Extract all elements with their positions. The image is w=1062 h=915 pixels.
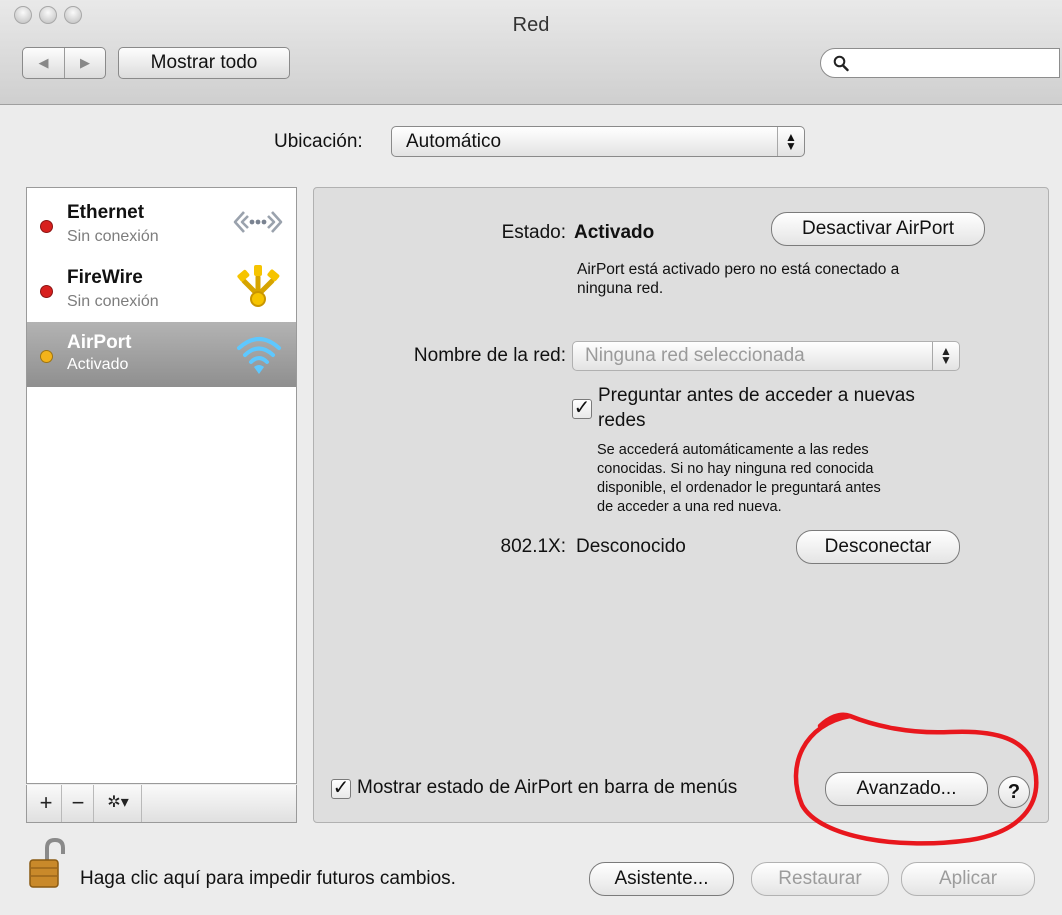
service-name: FireWire [67,267,143,288]
revert-button[interactable]: Restaurar [751,862,889,896]
remove-service-button[interactable]: − [63,785,94,822]
service-list: Ethernet Sin conexión FireWire Sin conex… [26,187,297,784]
firewire-icon [237,265,280,307]
popup-arrows-icon: ▲ ▼ [932,342,959,370]
help-line: disponible, el ordenador le preguntará a… [597,480,881,496]
lock-icon[interactable] [28,838,66,890]
location-value: Automático [406,131,502,152]
show-menu-status-label[interactable]: Mostrar estado de AirPort en barra de me… [357,777,737,799]
forward-arrow-icon: ▶ [80,55,90,70]
window-toolbar: Red ◀ ▶ Mostrar todo [0,0,1062,105]
help-line: Se accederá automáticamente a las redes [597,442,869,458]
service-list-toolbar: + − ✲▾ [26,785,297,823]
search-icon [833,55,849,72]
service-status: Activado [67,356,129,373]
gear-menu-button[interactable]: ✲▾ [95,785,142,822]
service-item-ethernet[interactable]: Ethernet Sin conexión [27,190,296,255]
dot1x-value: Desconocido [576,536,686,557]
assistant-button[interactable]: Asistente... [589,862,734,896]
ask-networks-label-line1: Preguntar antes de acceder a nuevas [598,385,915,406]
lock-message[interactable]: Haga clic aquí para impedir futuros camb… [80,868,456,890]
status-description-line1: AirPort está activado pero no está conec… [577,261,900,278]
service-status: Sin conexión [67,228,159,245]
annotation-scribble [793,712,1039,846]
apply-button[interactable]: Aplicar [901,862,1035,896]
location-popup[interactable]: Automático ▲ ▼ [391,126,805,157]
service-item-airport[interactable]: AirPort Activado [27,322,296,387]
add-service-button[interactable]: + [31,785,62,822]
status-label: Estado: [501,222,566,243]
checkmark-icon: ✓ [573,397,591,419]
show-all-button[interactable]: Mostrar todo [118,47,290,79]
ask-networks-checkbox[interactable]: ✓ [572,397,592,419]
show-menu-status-checkbox[interactable]: ✓ [331,777,351,799]
service-name: Ethernet [67,202,145,223]
status-dot [40,285,53,298]
location-label: Ubicación: [274,131,363,152]
status-dot [40,350,53,363]
ask-networks-label-line2: redes [598,410,646,431]
status-dot [40,220,53,233]
back-button[interactable]: ◀ [23,48,65,78]
wifi-icon [237,337,281,374]
network-name-label: Nombre de la red: [413,345,566,366]
help-line: conocidas. Si no hay ninguna red conocid… [597,461,874,477]
dot1x-label: 802.1X: [500,536,567,557]
service-status: Sin conexión [67,293,159,310]
gear-icon: ✲▾ [107,794,129,811]
search-input[interactable] [855,53,1049,75]
ask-networks-help: Se accederá automáticamente a las redes … [597,441,881,517]
checkmark-icon: ✓ [332,777,350,799]
network-name-value: Ninguna red seleccionada [585,345,805,366]
service-item-firewire[interactable]: FireWire Sin conexión [27,255,296,320]
back-arrow-icon: ◀ [38,55,49,70]
network-name-popup[interactable]: Ninguna red seleccionada ▲ ▼ [572,341,960,371]
search-field[interactable] [820,48,1060,78]
disconnect-button[interactable]: Desconectar [796,530,960,564]
popup-arrows-icon: ▲ ▼ [777,127,804,156]
ethernet-icon [233,211,283,233]
status-description-line2: ninguna red. [577,280,664,297]
ask-networks-label[interactable]: Preguntar antes de acceder a nuevas rede… [598,383,915,433]
help-line: de acceder a una red nueva. [597,499,782,515]
window-title: Red [512,14,550,36]
forward-button[interactable]: ▶ [65,48,105,78]
status-value: Activado [574,222,655,243]
toggle-airport-button[interactable]: Desactivar AirPort [771,212,985,246]
back-forward-control: ◀ ▶ [22,47,106,79]
service-name: AirPort [67,332,132,353]
